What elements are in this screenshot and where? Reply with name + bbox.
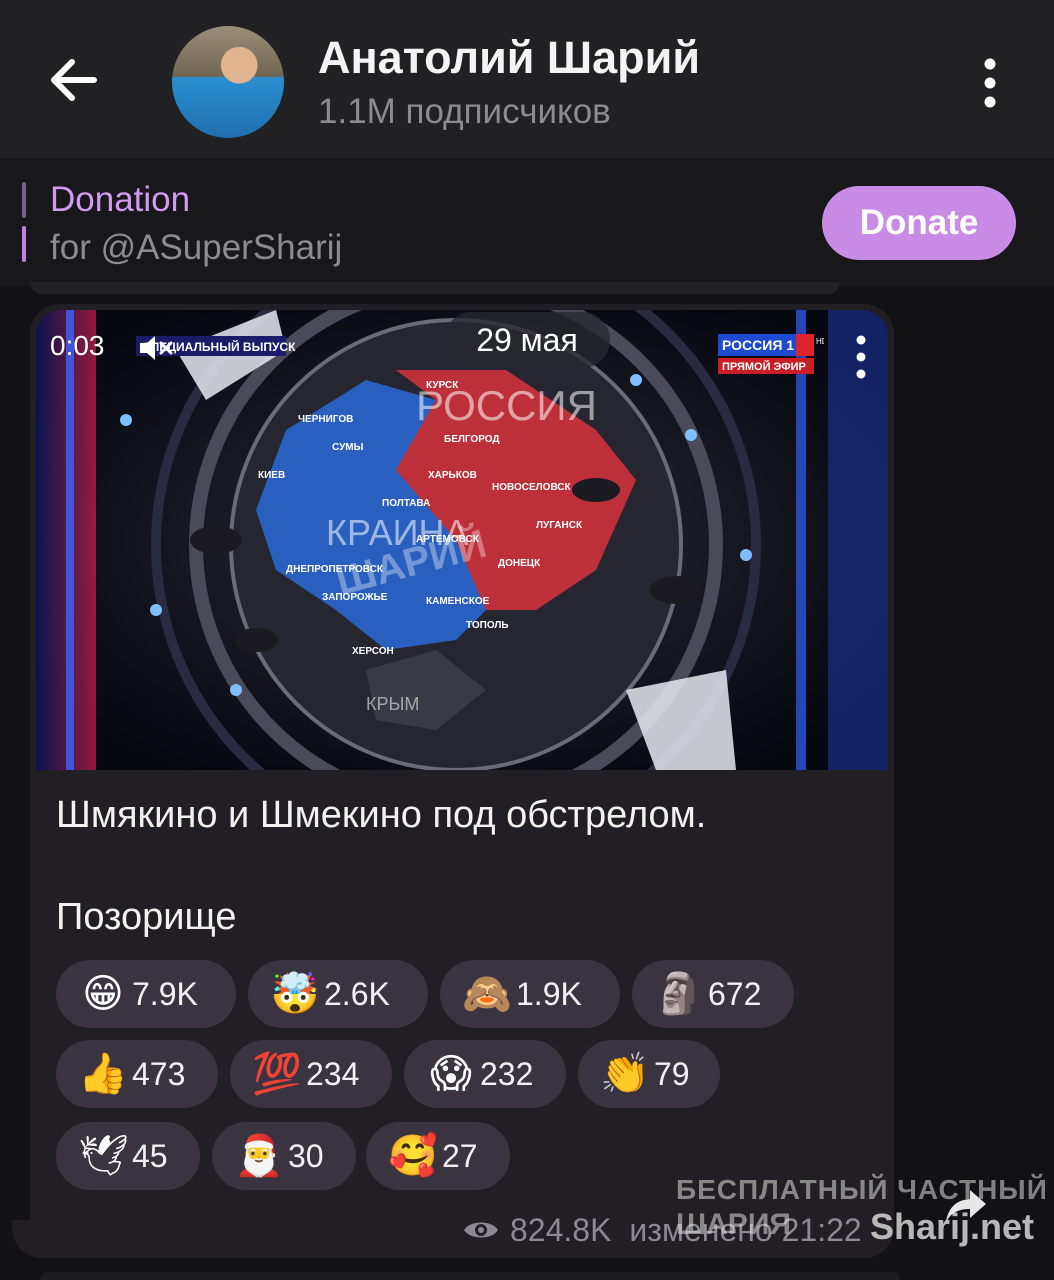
exploding-head-emoji-icon: 🤯 [270,971,320,1017]
subscriber-count: 1.1M подписчиков [318,92,611,131]
grinning-emoji-icon: 😁 [82,971,124,1017]
reaction-count: 234 [306,1055,360,1092]
thumbs-up-emoji-icon: 👍 [78,1051,128,1097]
svg-text:ПРЯМОЙ ЭФИР: ПРЯМОЙ ЭФИР [722,360,806,373]
eye-icon [464,1222,498,1238]
watermark-text: ШАРИЯ [676,1208,791,1241]
map-city: ЧЕРНИГОВ [298,414,353,425]
video-player[interactable]: РОССИЯ КРАИНА КРЫМ КУРСК БЕЛГОРОД ЧЕРНИГ… [36,310,888,770]
reaction-count: 79 [654,1055,690,1092]
muted-speaker-icon[interactable] [138,334,174,362]
map-city: ТОПОЛЬ [466,620,509,631]
smiling-face-with-hearts-emoji-icon: 🥰 [388,1133,438,1179]
more-vertical-icon[interactable] [970,56,1010,110]
pin-indicator [22,182,26,218]
map-city: КАМЕНСКОЕ [426,596,490,607]
reaction-count: 672 [708,975,762,1012]
video-timestamp: 0:03 [50,330,105,361]
previous-message-edge [30,282,840,294]
hundred-points-emoji-icon: 💯 [252,1051,302,1097]
reaction-count: 2.6K [324,975,390,1012]
reaction-chip[interactable]: 😁 7.9K [56,960,236,1028]
donate-button[interactable]: Donate [822,186,1016,260]
video-frame: РОССИЯ КРАИНА КРЫМ КУРСК БЕЛГОРОД ЧЕРНИГ… [36,310,888,770]
reaction-count: 7.9K [132,975,198,1012]
message-meta: 824.8K изменено 21:22 [462,1208,862,1252]
map-city: ДОНЕЦК [498,558,541,569]
reaction-chip[interactable]: 🕊 45 [56,1122,200,1190]
channel-avatar[interactable] [172,26,284,138]
reaction-chip[interactable]: 💯 234 [230,1040,392,1108]
donation-subtitle: for @ASuperSharij [50,228,343,267]
map-city: КУРСК [426,380,459,391]
date-badge: 29 мая [444,312,610,368]
reaction-count: 473 [132,1055,186,1092]
message-text: Позорище [56,896,237,938]
chat-header: Анатолий Шарий 1.1M подписчиков [0,0,1054,158]
donation-title: Donation [50,180,191,219]
reaction-chip[interactable]: 👍 473 [56,1040,218,1108]
map-city: СУМЫ [332,442,364,453]
channel-title[interactable]: Анатолий Шарий [318,32,700,84]
map-label-crimea: КРЫМ [366,694,419,714]
next-message-edge [40,1272,900,1280]
reaction-chip[interactable]: 🥰 27 [366,1122,510,1190]
reaction-chip[interactable]: 🙈 1.9K [440,960,620,1028]
reaction-chip[interactable]: 🗿 672 [632,960,794,1028]
map-city: КИЕВ [258,470,285,481]
map-city: ХАРЬКОВ [428,470,477,481]
share-icon[interactable] [944,1186,988,1226]
reaction-count: 27 [442,1137,478,1174]
arrow-left-icon[interactable] [44,50,104,110]
pin-indicator-active [22,226,26,262]
svg-text:РОССИЯ 1: РОССИЯ 1 [722,337,794,353]
dove-emoji-icon: 🕊 [78,1133,129,1179]
clapping-hands-emoji-icon: 👏 [600,1051,650,1097]
view-count: 824.8K [510,1211,612,1248]
reaction-count: 45 [132,1137,168,1174]
reaction-chip[interactable]: 😱 232 [404,1040,566,1108]
map-city: БЕЛГОРОД [444,434,500,445]
moai-emoji-icon: 🗿 [654,971,704,1017]
reaction-chip[interactable]: 🎅 30 [212,1122,356,1190]
map-city: НОВОСЕЛОВСК [492,482,572,493]
message-text: Шмякино и Шмекино под обстрелом. [56,794,707,836]
video-more-icon[interactable] [852,334,870,380]
map-city: ХЕРСОН [352,646,394,657]
map-city: ПОЛТАВА [382,498,430,509]
reaction-count: 30 [288,1137,324,1174]
map-city: ЛУГАНСК [536,520,583,531]
reaction-chip[interactable]: 👏 79 [578,1040,720,1108]
screaming-face-emoji-icon: 😱 [430,1051,472,1097]
watermark-text: БЕСПЛАТНЫЙ ЧАСТНЫЙ [676,1174,1048,1205]
see-no-evil-monkey-emoji-icon: 🙈 [462,971,512,1017]
santa-emoji-icon: 🎅 [234,1133,284,1179]
reaction-count: 1.9K [516,975,582,1012]
svg-text:HD: HD [816,337,824,346]
reaction-chip[interactable]: 🤯 2.6K [248,960,428,1028]
reaction-count: 232 [480,1055,534,1092]
tv-channel-logo: РОССИЯ 1 HD ПРЯМОЙ ЭФИР [718,334,824,374]
